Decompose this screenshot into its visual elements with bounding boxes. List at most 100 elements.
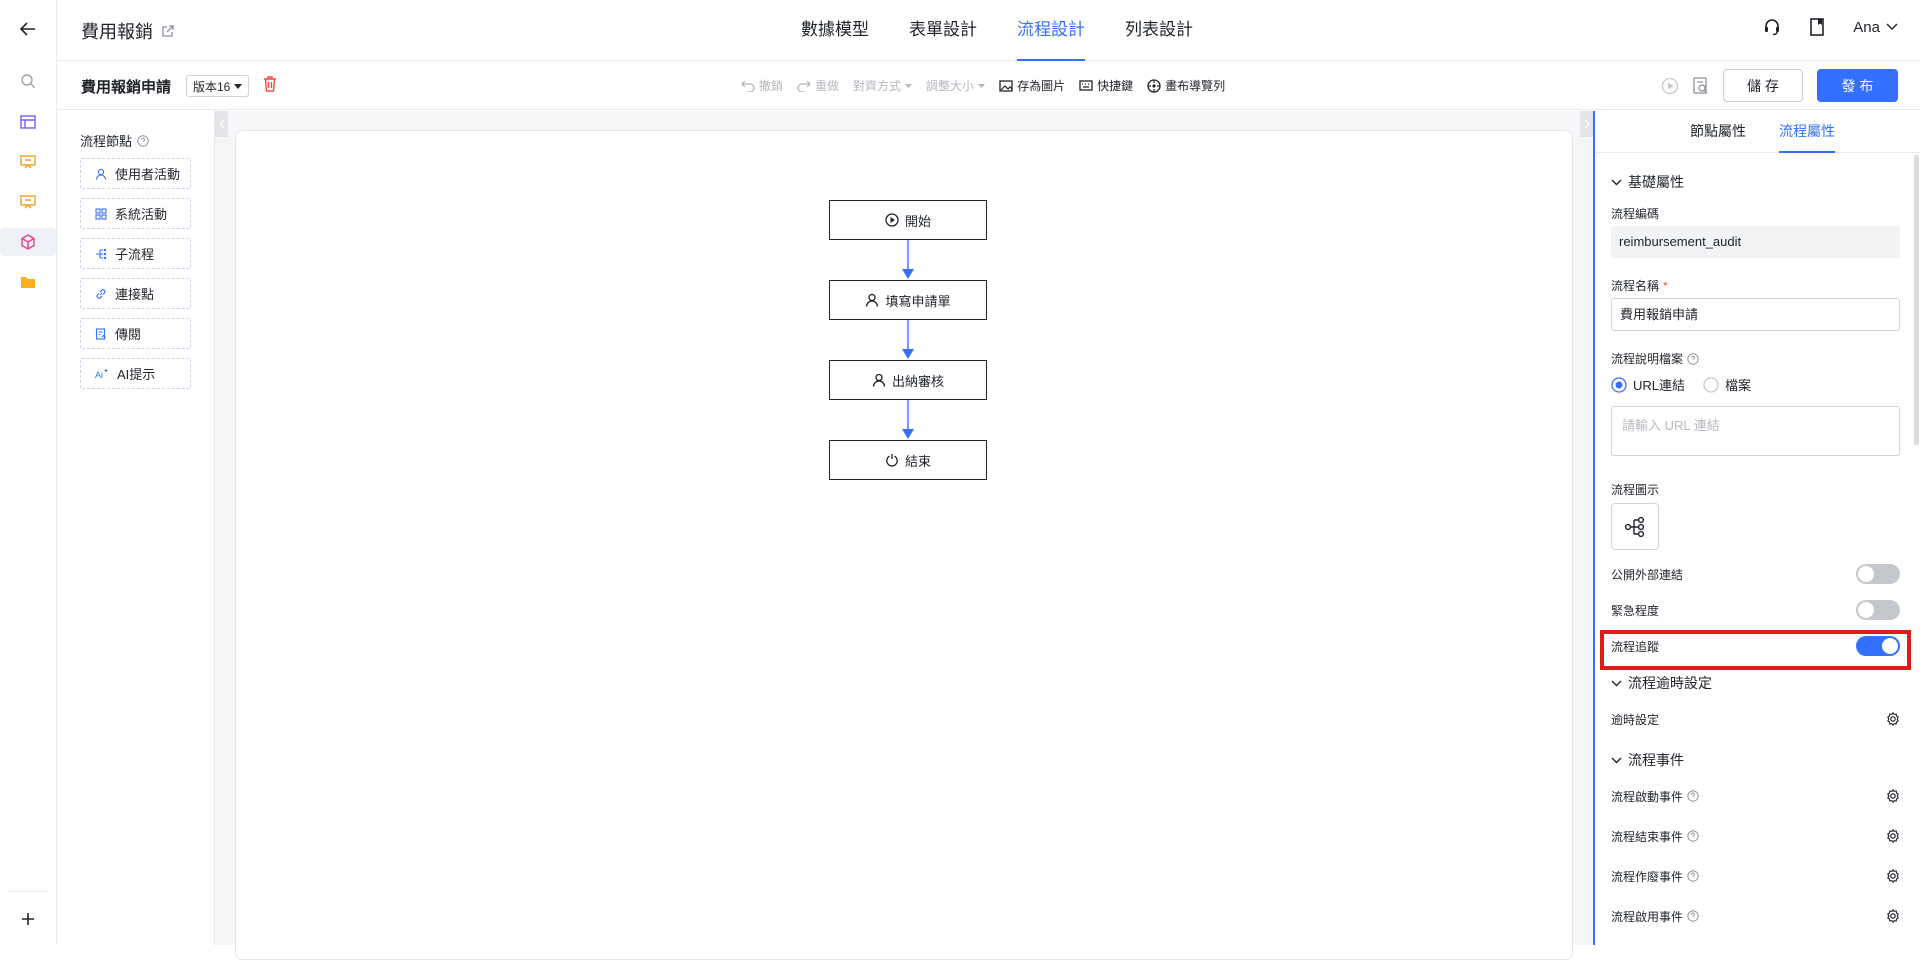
section-basic[interactable]: 基礎屬性 — [1611, 172, 1684, 192]
edge-fill-to-audit[interactable] — [902, 320, 914, 359]
collapse-right-handle[interactable] — [1580, 111, 1593, 137]
redo-button[interactable]: 重做 — [797, 77, 839, 94]
radio-file[interactable]: 檔案 — [1703, 375, 1751, 394]
edge-audit-to-end[interactable] — [902, 400, 914, 439]
align-dropdown[interactable]: 對齊方式 — [853, 77, 913, 94]
help-icon[interactable] — [1687, 870, 1699, 882]
edge-start-to-fill[interactable] — [902, 240, 914, 279]
help-icon[interactable] — [1687, 830, 1699, 842]
flow-tree-icon — [1624, 516, 1645, 537]
external-link-icon[interactable] — [161, 24, 174, 38]
flow-node-fill-form[interactable]: 填寫申請單 — [829, 280, 987, 320]
public-link-switch[interactable] — [1856, 564, 1900, 584]
publish-button[interactable]: 發 布 — [1817, 69, 1898, 102]
shortcuts-button[interactable]: 快捷鍵 — [1079, 77, 1133, 94]
presentation-icon[interactable] — [14, 148, 42, 176]
tab-form-design[interactable]: 表單設計 — [909, 0, 977, 61]
canvas-nav-button[interactable]: 畫布導覽列 — [1147, 77, 1225, 94]
version-value: 版本16 — [193, 79, 231, 94]
doc-type-radios: URL連結 檔案 — [1611, 375, 1751, 394]
name-label-group: 流程名稱 * — [1611, 277, 1668, 294]
radio-url[interactable]: URL連結 — [1611, 375, 1685, 394]
event-row-end: 流程結束事件 — [1611, 825, 1900, 847]
help-icon[interactable] — [137, 134, 149, 147]
book-icon[interactable] — [1809, 18, 1825, 36]
gear-icon[interactable] — [1886, 869, 1900, 883]
tracking-switch[interactable] — [1856, 636, 1900, 656]
event-label-group: 流程作廢事件 — [1611, 868, 1699, 885]
undo-button[interactable]: 撤銷 — [741, 77, 783, 94]
panel-scrollbar[interactable] — [1914, 155, 1919, 445]
palette-item-label: 使用者活動 — [115, 167, 181, 182]
run-icon[interactable] — [1661, 77, 1679, 95]
palette-item-label: 子流程 — [115, 247, 155, 262]
palette-item-system-activity[interactable]: 系統活動 — [80, 198, 191, 229]
presentation-icon-2[interactable] — [14, 188, 42, 216]
flow-icon-picker[interactable] — [1611, 503, 1659, 550]
flow-canvas[interactable]: 開始 填寫申請單 出納審核 結束 — [235, 130, 1573, 960]
collapse-left-handle[interactable] — [215, 111, 228, 137]
plus-icon[interactable] — [14, 905, 42, 933]
tab-data-model[interactable]: 數據模型 — [801, 0, 869, 61]
palette-item-connector[interactable]: 連接點 — [80, 278, 191, 309]
back-arrow-icon[interactable] — [14, 15, 42, 43]
event-label-group: 流程啟動事件 — [1611, 788, 1699, 805]
gear-icon[interactable] — [1886, 909, 1900, 923]
folder-icon[interactable] — [14, 268, 42, 296]
flow-node-end[interactable]: 結束 — [829, 440, 987, 480]
section-events[interactable]: 流程事件 — [1611, 750, 1684, 770]
tab-flow-properties[interactable]: 流程屬性 — [1779, 111, 1835, 153]
subflow-icon — [96, 248, 107, 259]
palette-item-ai-prompt[interactable]: Ai AI提示 — [80, 358, 191, 389]
help-icon[interactable] — [1687, 790, 1699, 802]
toggle-row-tracking: 流程追蹤 — [1611, 635, 1900, 657]
gear-icon[interactable] — [1886, 712, 1900, 726]
section-basic-title: 基礎屬性 — [1628, 174, 1684, 190]
event-label: 流程結束事件 — [1611, 829, 1684, 844]
tab-node-properties[interactable]: 節點屬性 — [1690, 111, 1746, 153]
cube-icon[interactable] — [0, 228, 56, 256]
grid-icon — [95, 207, 107, 220]
version-select[interactable]: 版本16 — [186, 75, 250, 97]
user-icon — [866, 293, 879, 307]
flow-node-start[interactable]: 開始 — [829, 200, 987, 240]
preview-icon[interactable] — [1693, 76, 1709, 95]
resize-dropdown[interactable]: 調整大小 — [926, 77, 986, 94]
tab-list-design[interactable]: 列表設計 — [1125, 0, 1193, 61]
gear-icon[interactable] — [1886, 829, 1900, 843]
help-icon[interactable] — [1687, 910, 1699, 922]
caret-down-icon — [234, 83, 243, 89]
save-button[interactable]: 儲 存 — [1723, 69, 1803, 102]
section-timeout[interactable]: 流程逾時設定 — [1611, 673, 1712, 693]
user-menu[interactable]: Ana — [1853, 19, 1898, 36]
table-icon[interactable] — [14, 108, 42, 136]
urgency-switch[interactable] — [1856, 600, 1900, 620]
rail-divider — [8, 891, 48, 892]
url-input[interactable]: 請輸入 URL 連結 — [1611, 406, 1900, 456]
flow-name-input[interactable]: 費用報銷申請 — [1611, 298, 1900, 331]
headset-icon[interactable] — [1763, 18, 1781, 36]
align-label: 對齊方式 — [853, 79, 902, 93]
canvas-nav-label: 畫布導覽列 — [1165, 79, 1226, 93]
event-label: 流程作廢事件 — [1611, 869, 1684, 884]
top-header: 費用報銷 數據模型 表單設計 流程設計 列表設計 Ana — [57, 0, 1920, 61]
radio-url-label: URL連結 — [1633, 378, 1686, 393]
chevron-down-icon — [1611, 179, 1622, 185]
user-icon — [872, 373, 886, 387]
delete-version-icon[interactable] — [263, 76, 277, 92]
palette-item-subflow[interactable]: 子流程 — [80, 238, 191, 269]
tab-flow-design[interactable]: 流程設計 — [1017, 0, 1085, 61]
help-icon[interactable] — [1687, 352, 1699, 365]
flow-node-cashier-audit[interactable]: 出納審核 — [829, 360, 987, 400]
undo-label: 撤銷 — [759, 79, 784, 93]
search-icon[interactable] — [14, 67, 42, 95]
save-image-button[interactable]: 存為圖片 — [999, 77, 1065, 94]
palette-item-circulate[interactable]: 傳閱 — [80, 318, 191, 349]
event-label-group: 流程結束事件 — [1611, 828, 1699, 845]
palette-title: 流程節點 — [80, 134, 133, 149]
palette-item-user-activity[interactable]: 使用者活動 — [80, 158, 191, 189]
gear-icon[interactable] — [1886, 789, 1900, 803]
flow-node-label: 填寫申請單 — [885, 293, 951, 309]
palette-item-label: 連接點 — [115, 287, 155, 302]
svg-text:Ai: Ai — [95, 370, 103, 380]
